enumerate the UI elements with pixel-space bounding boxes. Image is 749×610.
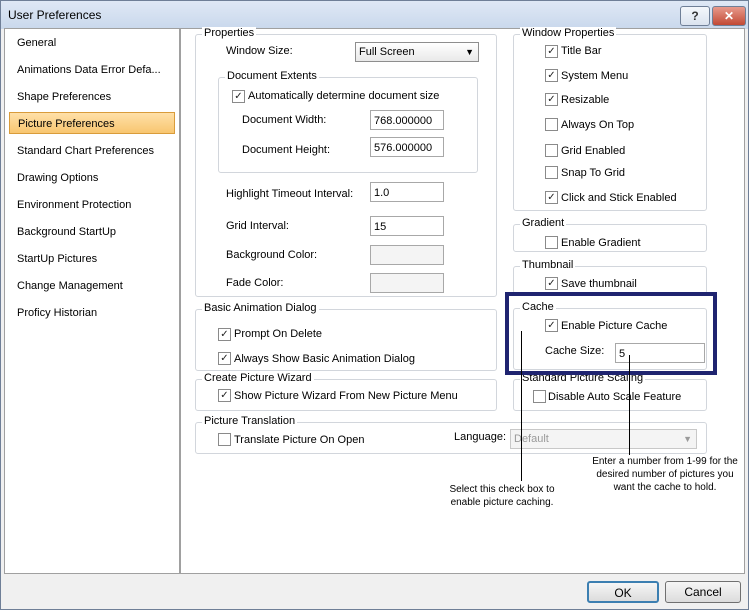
grid-enabled-label: Grid Enabled: [561, 145, 626, 157]
resizable-checkbox[interactable]: ✓: [545, 93, 558, 106]
highlight-timeout-label: Highlight Timeout Interval:: [226, 188, 354, 200]
gradient-label: Gradient: [520, 217, 567, 229]
highlight-timeout-input[interactable]: 1.0: [370, 182, 444, 202]
language-dropdown[interactable]: Default ▼: [510, 429, 697, 449]
create-wizard-label: Create Picture Wizard: [202, 372, 314, 384]
translate-on-open-checkbox[interactable]: [218, 433, 231, 446]
sidebar-item-general[interactable]: General: [9, 32, 175, 54]
disable-auto-scale-label: Disable Auto Scale Feature: [548, 391, 682, 403]
document-extents-label: Document Extents: [225, 70, 319, 82]
sidebar-item-proficy-historian[interactable]: Proficy Historian: [9, 302, 175, 324]
sidebar-item-shape-preferences[interactable]: Shape Preferences: [9, 86, 175, 108]
callout-cache-size-text: Enter a number from 1-99 for the desired…: [592, 456, 738, 493]
language-value: Default: [514, 433, 549, 445]
disable-auto-scale-checkbox[interactable]: [533, 390, 546, 403]
system-menu-checkbox[interactable]: ✓: [545, 69, 558, 82]
resizable-label: Resizable: [561, 94, 610, 106]
chevron-down-icon: ▼: [465, 47, 474, 57]
auto-size-label: Automatically determine document size: [248, 90, 440, 102]
save-thumbnail-checkbox[interactable]: ✓: [545, 277, 558, 290]
sidebar-item-standard-chart-preferences[interactable]: Standard Chart Preferences: [9, 140, 175, 162]
snap-to-grid-label: Snap To Grid: [561, 167, 626, 179]
always-on-top-label: Always On Top: [561, 119, 635, 131]
enable-gradient-checkbox[interactable]: [545, 236, 558, 249]
sidebar-item-animations-data-error[interactable]: Animations Data Error Defa...: [9, 59, 175, 81]
prompt-on-delete-label: Prompt On Delete: [234, 328, 323, 340]
doc-width-label: Document Width:: [242, 114, 327, 126]
window-size-dropdown[interactable]: Full Screen ▼: [355, 42, 479, 62]
show-wizard-checkbox[interactable]: ✓: [218, 389, 231, 402]
title-bar: User Preferences ? ✕: [1, 1, 748, 29]
system-menu-label: System Menu: [561, 70, 629, 82]
callout-line-right: [629, 355, 630, 455]
cancel-button[interactable]: Cancel: [665, 581, 741, 603]
click-and-stick-checkbox[interactable]: ✓: [545, 191, 558, 204]
ok-button[interactable]: OK: [587, 581, 659, 603]
doc-height-input[interactable]: 576.000000: [370, 137, 444, 157]
auto-size-checkbox[interactable]: ✓: [232, 90, 245, 103]
help-button[interactable]: ?: [680, 6, 710, 26]
save-thumbnail-label: Save thumbnail: [561, 278, 637, 290]
callout-enable-cache-text: Select this check box to enable picture …: [449, 484, 555, 508]
always-show-label: Always Show Basic Animation Dialog: [234, 353, 415, 365]
always-show-checkbox[interactable]: ✓: [218, 352, 231, 365]
basic-animation-label: Basic Animation Dialog: [202, 302, 319, 314]
window-size-label: Window Size:: [226, 45, 293, 57]
close-button[interactable]: ✕: [712, 6, 746, 26]
translation-label: Picture Translation: [202, 415, 298, 427]
prompt-on-delete-checkbox[interactable]: ✓: [218, 328, 231, 341]
enable-gradient-label: Enable Gradient: [561, 237, 641, 249]
sidebar-item-background-startup[interactable]: Background StartUp: [9, 221, 175, 243]
background-color-swatch[interactable]: [370, 245, 444, 265]
thumbnail-label: Thumbnail: [520, 259, 576, 271]
always-on-top-checkbox[interactable]: [545, 118, 558, 131]
category-list[interactable]: General Animations Data Error Defa... Sh…: [4, 28, 180, 574]
click-and-stick-label: Click and Stick Enabled: [561, 192, 677, 204]
translate-on-open-label: Translate Picture On Open: [234, 434, 365, 446]
properties-group-label: Properties: [202, 27, 257, 39]
title-bar-label: Title Bar: [561, 45, 602, 57]
grid-interval-input[interactable]: 15: [370, 216, 444, 236]
grid-interval-label: Grid Interval:: [226, 220, 289, 232]
background-color-label: Background Color:: [226, 249, 318, 261]
sidebar-item-picture-preferences[interactable]: Picture Preferences: [9, 112, 175, 134]
show-wizard-label: Show Picture Wizard From New Picture Men…: [234, 390, 458, 402]
callout-line-left: [521, 331, 522, 481]
sidebar-item-startup-pictures[interactable]: StartUp Pictures: [9, 248, 175, 270]
sidebar-item-drawing-options[interactable]: Drawing Options: [9, 167, 175, 189]
title-bar-checkbox[interactable]: ✓: [545, 45, 558, 58]
fade-color-label: Fade Color:: [226, 277, 284, 289]
doc-height-label: Document Height:: [242, 144, 331, 156]
cache-highlight-box: [505, 292, 717, 375]
sidebar-item-change-management[interactable]: Change Management: [9, 275, 175, 297]
doc-width-input[interactable]: 768.000000: [370, 110, 444, 130]
sidebar-item-environment-protection[interactable]: Environment Protection: [9, 194, 175, 216]
window-title: User Preferences: [8, 8, 102, 22]
grid-enabled-checkbox[interactable]: [545, 144, 558, 157]
snap-to-grid-checkbox[interactable]: [545, 166, 558, 179]
language-label: Language:: [454, 431, 506, 443]
window-properties-label: Window Properties: [520, 27, 617, 39]
window-size-value: Full Screen: [359, 46, 415, 58]
fade-color-swatch[interactable]: [370, 273, 444, 293]
chevron-down-icon: ▼: [683, 434, 692, 444]
